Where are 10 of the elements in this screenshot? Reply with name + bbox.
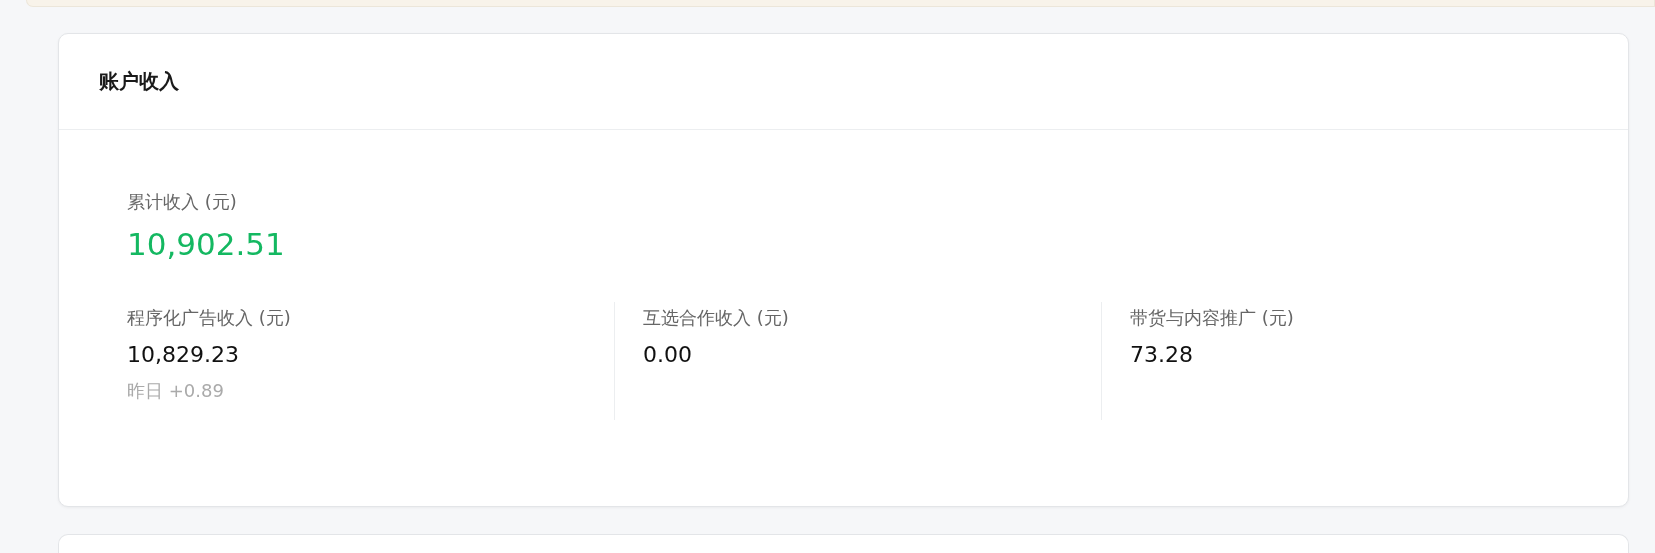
card-title: 账户收入 [99, 68, 179, 95]
yesterday-change: 昨日 +0.89 [127, 379, 225, 403]
income-label: 带货与内容推广 (元) [1130, 306, 1295, 330]
income-value: 73.28 [1130, 342, 1194, 367]
total-income-value: 10,902.51 [127, 226, 286, 262]
income-label: 互选合作收入 (元) [643, 306, 790, 330]
income-label: 程序化广告收入 (元) [127, 306, 292, 330]
total-income-label: 累计收入 (元) [127, 190, 238, 214]
income-value: 0.00 [643, 342, 693, 367]
income-value: 10,829.23 [127, 342, 240, 367]
